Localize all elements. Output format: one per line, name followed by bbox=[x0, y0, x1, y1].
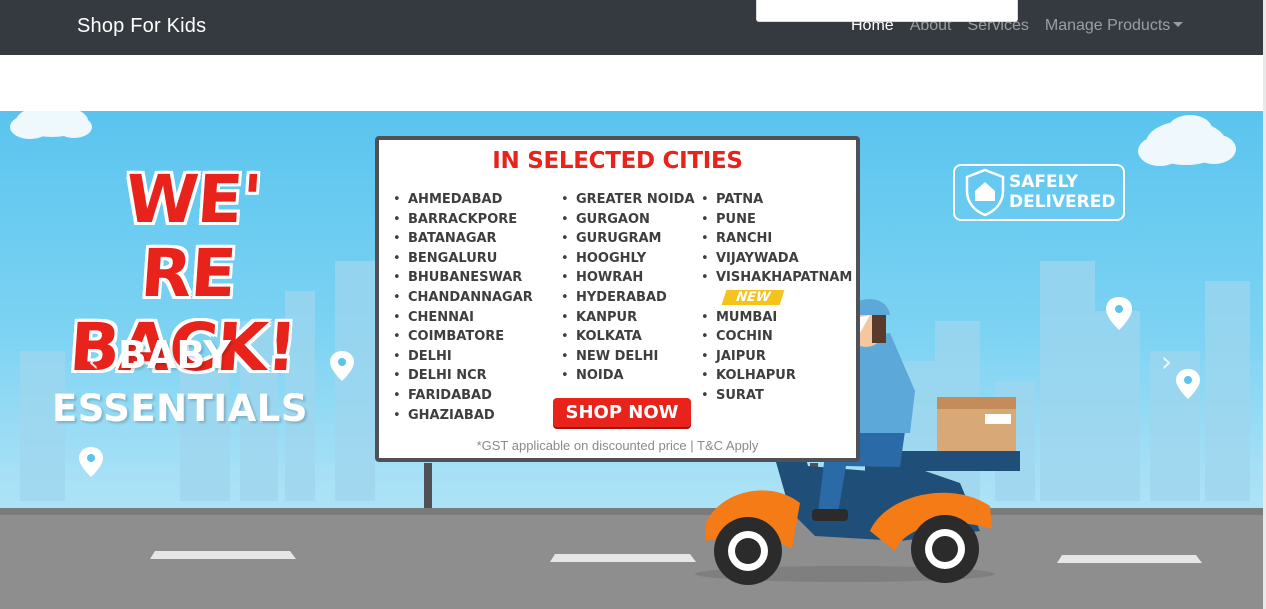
new-badge: NEW bbox=[721, 289, 785, 305]
city-item: BHUBANESWAR bbox=[393, 268, 533, 288]
cloud-icon bbox=[1138, 115, 1236, 166]
caret-down-icon bbox=[1173, 22, 1184, 27]
city-item: KOLHAPUR bbox=[701, 366, 852, 386]
city-item: CHANDANNAGAR bbox=[393, 288, 533, 308]
city-item: VISHAKHAPATNAM bbox=[701, 268, 852, 288]
city-item: BENGALURU bbox=[393, 249, 533, 269]
city-item: NEW DELHI bbox=[561, 347, 695, 367]
city-item: AHMEDABAD bbox=[393, 190, 533, 210]
new-badge-row: NEW bbox=[701, 288, 852, 308]
banner-subtitle: ESSENTIALS bbox=[52, 387, 309, 430]
city-item: RANCHI bbox=[701, 229, 852, 249]
banner-subtitle: BABY bbox=[118, 333, 231, 377]
city-list: PATNA PUNE RANCHI VIJAYWADA VISHAKHAPATN… bbox=[701, 190, 852, 406]
city-item: COCHIN bbox=[701, 327, 852, 347]
navbar: Shop For Kids Home About Services Manage… bbox=[0, 0, 1266, 55]
city-item: GHAZIABAD bbox=[393, 406, 533, 426]
city-item: COIMBATORE bbox=[393, 327, 533, 347]
badge-line: SAFELY bbox=[1009, 172, 1079, 192]
chevron-right-icon[interactable]: › bbox=[1161, 345, 1172, 378]
blank-popup bbox=[756, 0, 1018, 22]
cities-billboard: IN SELECTED CITIES AHMEDABAD BARRACKPORE… bbox=[375, 136, 860, 462]
cloud-icon bbox=[10, 111, 92, 139]
shop-now-button[interactable]: SHOP NOW bbox=[553, 398, 691, 427]
headline-line: WE' RE bbox=[122, 161, 264, 312]
city-item: PATNA bbox=[701, 190, 852, 210]
city-item: HOWRAH bbox=[561, 268, 695, 288]
city-item: GREATER NOIDA bbox=[561, 190, 695, 210]
city-list: GREATER NOIDA GURGAON GURUGRAM HOOGHLY H… bbox=[561, 190, 695, 386]
city-item: FARIDABAD bbox=[393, 386, 533, 406]
brand-logo[interactable]: Shop For Kids bbox=[77, 15, 206, 38]
city-item: MUMBAI bbox=[701, 308, 852, 328]
disclaimer-text: *GST applicable on discounted price | T&… bbox=[476, 438, 759, 453]
safely-delivered-badge: SAFELY DELIVERED bbox=[953, 164, 1125, 221]
city-item: SURAT bbox=[701, 386, 852, 406]
city-item: KANPUR bbox=[561, 308, 695, 328]
city-item: KOLKATA bbox=[561, 327, 695, 347]
city-item: GURGAON bbox=[561, 210, 695, 230]
city-item: DELHI bbox=[393, 347, 533, 367]
city-item: BATANAGAR bbox=[393, 229, 533, 249]
city-item: PUNE bbox=[701, 210, 852, 230]
city-item: JAIPUR bbox=[701, 347, 852, 367]
city-item: CHENNAI bbox=[393, 308, 533, 328]
city-item: BARRACKPORE bbox=[393, 210, 533, 230]
city-item: HYDERABAD bbox=[561, 288, 695, 308]
chevron-left-icon[interactable]: ‹ bbox=[88, 345, 99, 378]
city-list: AHMEDABAD BARRACKPORE BATANAGAR BENGALUR… bbox=[393, 190, 533, 425]
nav-dropdown-label: Manage Products bbox=[1044, 17, 1171, 34]
city-item: DELHI NCR bbox=[393, 366, 533, 386]
badge-line: DELIVERED bbox=[1009, 192, 1116, 212]
city-item: NOIDA bbox=[561, 366, 695, 386]
carousel-banner: WE' RE BACK! BABY ESSENTIALS ‹ › IN SELE… bbox=[0, 111, 1263, 609]
nav-dropdown-manage-products[interactable]: Manage Products bbox=[1044, 17, 1184, 35]
billboard-title: IN SELECTED CITIES bbox=[492, 148, 743, 174]
city-item: HOOGHLY bbox=[561, 249, 695, 269]
city-item: GURUGRAM bbox=[561, 229, 695, 249]
safely-delivered-text: SAFELY DELIVERED bbox=[1009, 172, 1115, 212]
city-item: VIJAYWADA bbox=[701, 249, 852, 269]
